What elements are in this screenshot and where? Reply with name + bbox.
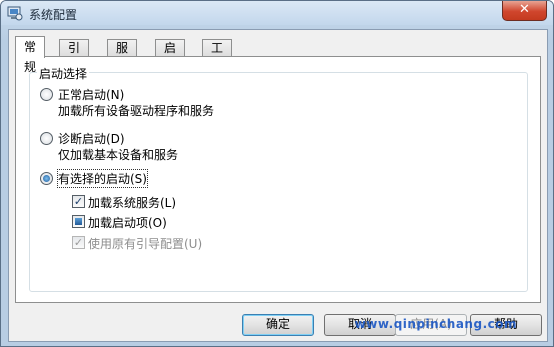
load-system-services-label[interactable]: 加载系统服务(L) [88, 194, 176, 211]
tab-startup[interactable]: 启动 [155, 39, 186, 72]
dialog-body: 常规 引导 服务 启动 工具 启动选择 正常启动(N) 加载所有设备驱动程序和服… [8, 29, 548, 342]
title-bar[interactable]: 系统配置 ✕ [1, 1, 553, 25]
diagnostic-startup-description: 仅加载基本设备和服务 [58, 148, 179, 162]
close-icon: ✕ [519, 2, 530, 17]
normal-startup-description: 加载所有设备驱动程序和服务 [58, 104, 215, 118]
load-startup-items-checkbox[interactable] [72, 215, 85, 228]
selective-startup-label[interactable]: 有选择的启动(S) [57, 169, 148, 188]
use-original-boot-config-label: 使用原有引导配置(U) [88, 237, 203, 251]
use-original-boot-config-checkbox: ✓ [72, 236, 85, 249]
selective-startup-radio[interactable] [40, 172, 53, 185]
load-startup-items-label[interactable]: 加载启动项(O) [88, 214, 167, 231]
tab-tools[interactable]: 工具 [202, 39, 233, 72]
normal-startup-label[interactable]: 正常启动(N) [58, 86, 124, 103]
diagnostic-startup-label[interactable]: 诊断启动(D) [58, 130, 125, 147]
tab-general[interactable]: 常规 [15, 36, 46, 74]
diagnostic-startup-radio[interactable] [40, 132, 53, 145]
ok-button[interactable]: 确定 [242, 314, 314, 336]
load-system-services-checkbox[interactable]: ✓ [72, 195, 85, 208]
site-watermark: www.qinpinchang.com [354, 317, 517, 331]
normal-startup-radio[interactable] [40, 88, 53, 101]
tab-services[interactable]: 服务 [107, 39, 138, 72]
group-title: 启动选择 [37, 65, 90, 82]
startup-selection-group: 启动选择 正常启动(N) 加载所有设备驱动程序和服务 诊断启动(D) 仅加载基本… [29, 65, 528, 292]
tab-boot[interactable]: 引导 [59, 39, 90, 72]
close-button[interactable]: ✕ [502, 1, 547, 21]
window-title: 系统配置 [29, 8, 78, 22]
msconfig-icon [7, 6, 23, 21]
system-config-window: 系统配置 ✕ 常规 引导 服务 启动 工具 启动选择 正常启动(N) 加载所有设… [0, 0, 554, 347]
general-tab-panel: 启动选择 正常启动(N) 加载所有设备驱动程序和服务 诊断启动(D) 仅加载基本… [15, 56, 541, 303]
